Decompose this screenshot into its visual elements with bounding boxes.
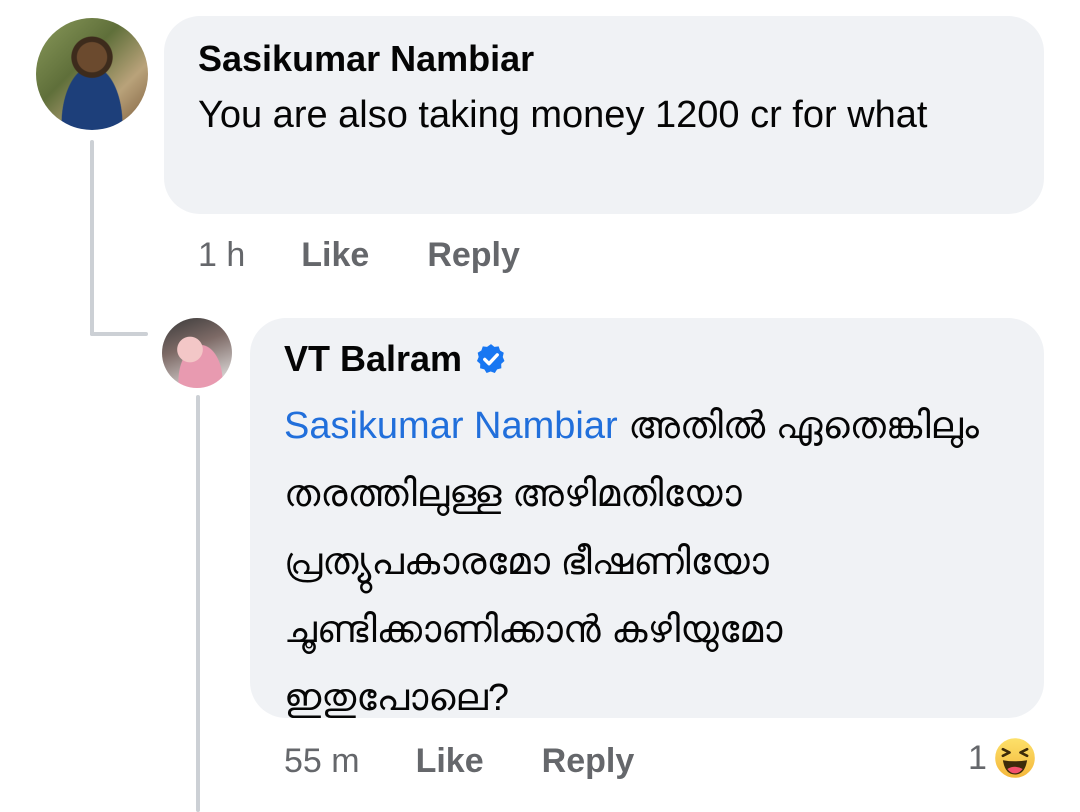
avatar-vt-balram[interactable] xyxy=(162,318,232,388)
thread-connector-line xyxy=(90,140,94,336)
reply-body: അതിൽ ഏതെങ്കിലും തരത്തിലുള്ള അഴിമതിയോ പ്ര… xyxy=(284,405,979,719)
reply-author[interactable]: VT Balram xyxy=(284,338,462,380)
comment-text: You are also taking money 1200 cr for wh… xyxy=(198,94,928,136)
comment-actions: 1 h Like Reply xyxy=(198,236,520,275)
like-button[interactable]: Like xyxy=(416,742,484,781)
reply-thread-line xyxy=(196,395,200,812)
comment-author[interactable]: Sasikumar Nambiar xyxy=(198,38,534,80)
reaction-count: 1 xyxy=(968,738,987,777)
mention-link[interactable]: Sasikumar Nambiar xyxy=(284,405,618,447)
thread-connector-branch xyxy=(90,332,148,336)
verified-badge-icon xyxy=(477,344,505,374)
reply-author-row: VT Balram xyxy=(284,338,508,380)
haha-emoji-icon xyxy=(992,736,1037,780)
reply-button[interactable]: Reply xyxy=(542,742,635,781)
reply-timestamp[interactable]: 55 m xyxy=(284,742,360,781)
avatar-sasikumar-nambiar[interactable] xyxy=(36,18,148,130)
reply-text: Sasikumar Nambiar അതിൽ ഏതെങ്കിലും തരത്തി… xyxy=(284,392,1014,732)
reaction-summary[interactable]: 1 xyxy=(968,736,1037,780)
reply-bubble: VT Balram Sasikumar Nambiar അതിൽ ഏതെങ്കി… xyxy=(250,318,1044,719)
comment-bubble: Sasikumar Nambiar You are also taking mo… xyxy=(164,16,1044,214)
like-button[interactable]: Like xyxy=(301,236,369,275)
reply-actions: 55 m Like Reply xyxy=(284,742,634,781)
comment-timestamp[interactable]: 1 h xyxy=(198,236,245,275)
reply-button[interactable]: Reply xyxy=(427,236,520,275)
